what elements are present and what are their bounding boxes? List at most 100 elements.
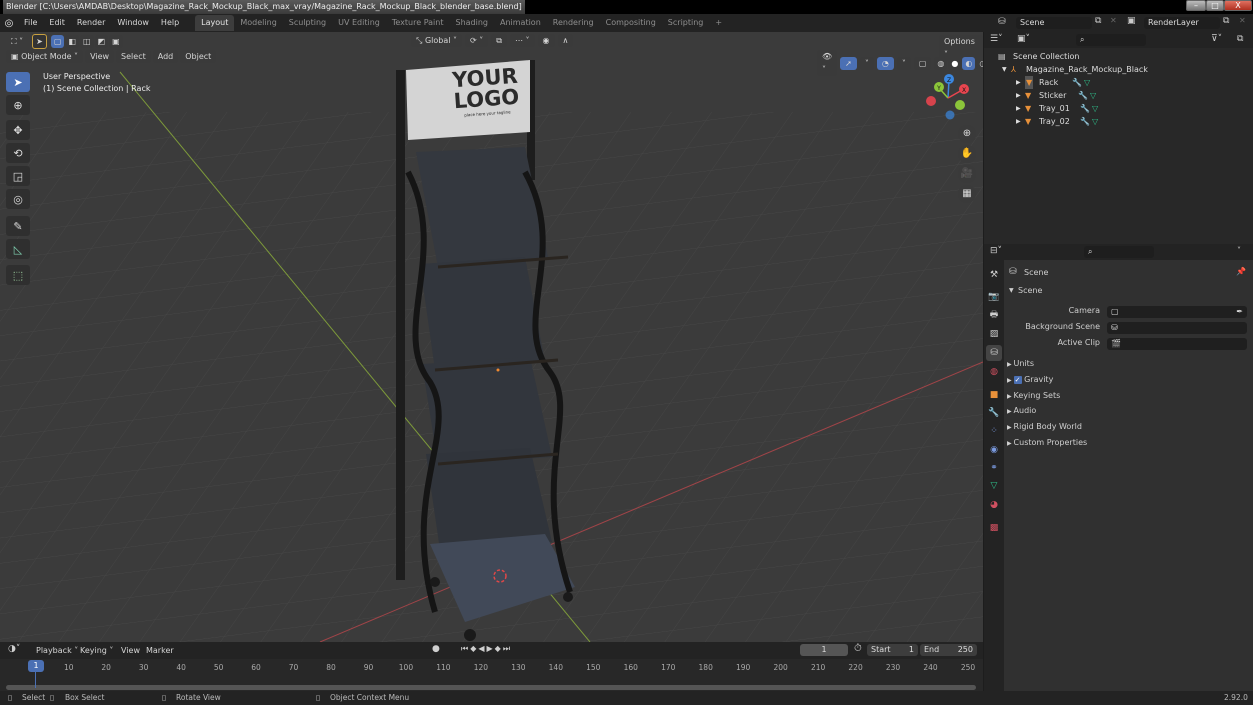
menu-window[interactable]: Window bbox=[111, 14, 155, 32]
tab-rendering[interactable]: Rendering bbox=[547, 15, 600, 31]
close-button[interactable]: X bbox=[1224, 0, 1252, 11]
tab-animation[interactable]: Animation bbox=[494, 15, 547, 31]
zoom-view-icon[interactable]: ⊕ bbox=[958, 125, 976, 143]
expand-arrow-icon[interactable]: ▶ bbox=[1016, 76, 1021, 89]
tool-tab-icon[interactable]: ⚒ bbox=[986, 267, 1002, 283]
rendered-shading-icon[interactable]: ◑ bbox=[976, 56, 983, 70]
physics-tab-icon[interactable]: ◉ bbox=[986, 442, 1002, 458]
select-extend-icon[interactable]: ◧ bbox=[65, 35, 79, 48]
playhead[interactable]: 1 bbox=[28, 660, 44, 672]
keying-sets-panel[interactable]: ▶ Keying Sets bbox=[1007, 390, 1060, 403]
xray-toggle-icon[interactable]: ▢ bbox=[913, 56, 932, 70]
tweak-tool-icon[interactable]: ➤ bbox=[32, 34, 47, 49]
current-frame-field[interactable]: 1 bbox=[800, 644, 848, 656]
tab-layout[interactable]: Layout bbox=[195, 15, 235, 31]
tab-uv-editing[interactable]: UV Editing bbox=[332, 15, 386, 31]
outliner-row-rack[interactable]: ▶ ▼ Rack 🔧 ▽ ◉ bbox=[984, 76, 1253, 89]
select-subtract-icon[interactable]: ◫ bbox=[79, 35, 94, 48]
editor-type-dropdown[interactable]: ◑˅ bbox=[8, 644, 20, 654]
rotate-tool[interactable]: ⟲ bbox=[6, 143, 30, 163]
menu-object[interactable]: Object bbox=[180, 50, 217, 63]
texture-tab-icon[interactable]: ▩ bbox=[986, 520, 1002, 536]
audio-panel[interactable]: ▶ Audio bbox=[1007, 405, 1036, 418]
transform-orientation-dropdown[interactable]: ⤡ Global ˅ bbox=[411, 34, 463, 47]
keying-menu[interactable]: Keying ˅ bbox=[75, 644, 118, 657]
jump-end-icon[interactable]: ⏭ bbox=[503, 644, 512, 653]
render-tab-icon[interactable]: 📷 bbox=[986, 289, 1002, 305]
outliner-row-tray-01[interactable]: ▶ ▼ Tray_01 🔧 ▽ ◉ bbox=[984, 102, 1253, 115]
filter-view-dropdown[interactable]: ▣˅ bbox=[1017, 34, 1030, 44]
tab-shading[interactable]: Shading bbox=[449, 15, 494, 31]
magazine-rack-model[interactable] bbox=[380, 52, 600, 642]
menu-file[interactable]: File bbox=[18, 14, 43, 32]
editor-type-dropdown[interactable]: ⊟˅ bbox=[990, 246, 1002, 256]
gravity-panel[interactable]: ▶ ✓ Gravity bbox=[1007, 374, 1053, 387]
next-keyframe-icon[interactable]: ◆ bbox=[495, 644, 503, 653]
world-tab-icon[interactable]: ◍ bbox=[986, 364, 1002, 380]
cursor-tool[interactable]: ⊕ bbox=[6, 95, 30, 115]
select-invert-icon[interactable]: ◩ bbox=[94, 35, 109, 48]
expand-arrow-icon[interactable]: ▼ bbox=[1002, 63, 1007, 76]
minimize-button[interactable]: – bbox=[1186, 0, 1206, 11]
stopwatch-icon[interactable]: ⏱ bbox=[854, 643, 862, 654]
constraints-tab-icon[interactable]: ⚭ bbox=[986, 460, 1002, 476]
menu-edit[interactable]: Edit bbox=[43, 14, 71, 32]
camera-view-icon[interactable]: 🎥 bbox=[958, 165, 976, 183]
menu-select[interactable]: Select bbox=[116, 50, 151, 63]
render-layer-selector[interactable]: RenderLayer bbox=[1144, 17, 1220, 29]
delete-scene-icon[interactable]: ✕ bbox=[1110, 16, 1117, 25]
menu-add[interactable]: Add bbox=[152, 50, 179, 63]
timeline-scrollbar[interactable] bbox=[6, 685, 976, 690]
pan-view-icon[interactable]: ✋ bbox=[958, 145, 976, 163]
material-tab-icon[interactable]: ◕ bbox=[986, 497, 1002, 513]
play-icon[interactable]: ▶ bbox=[487, 644, 495, 653]
background-scene-field[interactable]: ⛁ bbox=[1107, 322, 1247, 334]
tab-texture-paint[interactable]: Texture Paint bbox=[386, 15, 450, 31]
outliner-row-scene-collection[interactable]: ▤ Scene Collection bbox=[984, 50, 1253, 63]
tab-sculpting[interactable]: Sculpting bbox=[283, 15, 332, 31]
visibility-dropdown[interactable]: 👁 ˅ bbox=[817, 50, 838, 76]
select-intersect-icon[interactable]: ▣ bbox=[109, 35, 123, 48]
new-render-layer-icon[interactable]: ⧉ bbox=[1223, 16, 1229, 26]
outliner-row-collection[interactable]: ▼ ⅄ Magazine_Rack_Mockup_Black ◉ bbox=[984, 63, 1253, 76]
menu-view[interactable]: View bbox=[85, 50, 115, 63]
modifier-tab-icon[interactable]: 🔧 bbox=[986, 405, 1002, 421]
gravity-checkbox[interactable]: ✓ bbox=[1013, 376, 1022, 384]
select-box-tool[interactable]: ➤ bbox=[6, 72, 30, 92]
camera-field[interactable]: ▢ ✒ bbox=[1107, 306, 1247, 318]
outliner-row-tray-02[interactable]: ▶ ▼ Tray_02 🔧 ▽ ◉ bbox=[984, 115, 1253, 128]
pin-icon[interactable]: 📌 bbox=[1236, 267, 1246, 276]
3d-viewport[interactable]: ⛶ ˅ ➤ ▢ ◧ ◫ ◩ ▣ ⤡ Global ˅ ⟳ ˅ ⧉ ⋯ ˅ ◉ ∧… bbox=[0, 32, 983, 642]
particles-tab-icon[interactable]: ⁘ bbox=[986, 423, 1002, 439]
outliner[interactable]: ☰˅ ▣˅ ⌕ ⊽˅ ⧉ ▤ Scene Collection ▼ ⅄ Maga… bbox=[984, 32, 1253, 244]
transform-tool[interactable]: ◎ bbox=[6, 189, 30, 209]
options-dropdown-icon[interactable]: ˅ bbox=[1237, 246, 1241, 255]
add-workspace-button[interactable]: + bbox=[709, 15, 728, 31]
start-frame-field[interactable]: Start 1 bbox=[867, 644, 918, 656]
perspective-toggle-icon[interactable]: ▦ bbox=[958, 185, 976, 203]
tab-modeling[interactable]: Modeling bbox=[234, 15, 282, 31]
menu-render[interactable]: Render bbox=[71, 14, 111, 32]
navigation-gizmo[interactable]: Z Y X bbox=[920, 72, 970, 122]
data-tab-icon[interactable]: ▽ bbox=[986, 478, 1002, 494]
expand-arrow-icon[interactable]: ▶ bbox=[1016, 102, 1021, 115]
material-shading-icon[interactable]: ◐ bbox=[962, 56, 976, 70]
maximize-button[interactable]: □ bbox=[1206, 0, 1224, 11]
tab-scripting[interactable]: Scripting bbox=[662, 15, 710, 31]
new-collection-icon[interactable]: ⧉ bbox=[1237, 34, 1243, 44]
render-layer-icon[interactable]: ▣ bbox=[1127, 16, 1136, 26]
overlay-dropdown[interactable]: ˅ bbox=[896, 56, 911, 70]
expand-arrow-icon[interactable]: ▶ bbox=[1016, 115, 1021, 128]
new-scene-icon[interactable]: ⧉ bbox=[1095, 16, 1101, 26]
move-tool[interactable]: ✥ bbox=[6, 120, 30, 140]
wireframe-shading-icon[interactable]: ◍ bbox=[934, 56, 948, 70]
mode-dropdown[interactable]: ▣ Object Mode ˅ bbox=[6, 50, 84, 63]
scene-tab-icon[interactable]: ⛁ bbox=[986, 345, 1002, 361]
object-tab-icon[interactable]: ■ bbox=[986, 387, 1002, 403]
jump-start-icon[interactable]: ⏮ bbox=[461, 644, 470, 653]
editor-type-button[interactable]: ⛶ ˅ bbox=[6, 35, 28, 48]
scene-panel-header[interactable]: Scene bbox=[1018, 286, 1042, 295]
end-frame-field[interactable]: End 250 bbox=[920, 644, 977, 656]
gizmo-dropdown[interactable]: ˅ bbox=[859, 56, 874, 70]
active-clip-field[interactable]: 🎬 bbox=[1107, 338, 1247, 350]
